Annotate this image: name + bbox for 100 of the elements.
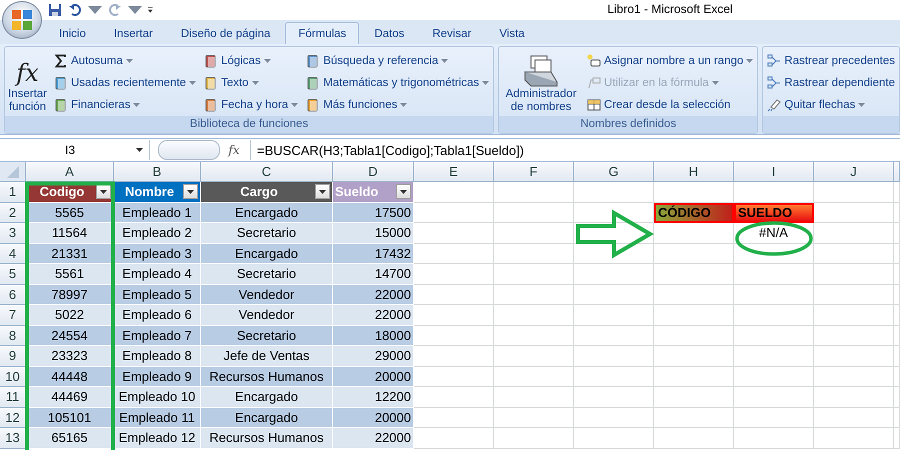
column-header[interactable]: A bbox=[26, 162, 114, 182]
ribbon-menu-button[interactable]: Autosuma bbox=[52, 50, 198, 71]
empty-cell[interactable] bbox=[734, 284, 814, 305]
ribbon-menu-button[interactable]: Matemáticas y trigonométricas bbox=[304, 72, 492, 93]
ribbon-tab[interactable]: Datos bbox=[361, 22, 418, 44]
empty-cell[interactable] bbox=[894, 202, 900, 223]
ribbon-menu-button[interactable]: Financieras bbox=[52, 94, 198, 115]
empty-cell[interactable] bbox=[654, 346, 734, 366]
select-all-corner[interactable] bbox=[0, 162, 26, 182]
ribbon-menu-button[interactable]: Crear desde la selección bbox=[585, 94, 756, 115]
row-header[interactable]: 6 bbox=[0, 284, 26, 305]
ribbon-menu-button[interactable]: Fecha y hora bbox=[202, 94, 300, 115]
row-header[interactable]: 4 bbox=[0, 244, 26, 264]
empty-cell[interactable] bbox=[494, 326, 574, 346]
large-ribbon-button[interactable]: Administrador de nombres bbox=[501, 50, 582, 116]
column-header[interactable]: H bbox=[654, 162, 734, 182]
ribbon-tab[interactable]: Inicio bbox=[46, 22, 99, 44]
empty-cell[interactable] bbox=[814, 244, 894, 264]
empty-cell[interactable] bbox=[654, 326, 734, 346]
ribbon-menu-button[interactable]: Asignar nombre a un rango bbox=[585, 50, 756, 71]
empty-cell[interactable] bbox=[654, 284, 734, 305]
row-header[interactable]: 10 bbox=[0, 366, 26, 387]
row-header[interactable]: 13 bbox=[0, 428, 26, 448]
ribbon-tab[interactable]: Vista bbox=[486, 22, 538, 44]
empty-cell[interactable] bbox=[894, 408, 900, 428]
ribbon-menu-button[interactable]: Rastrear dependiente bbox=[765, 72, 897, 93]
empty-cell[interactable] bbox=[894, 428, 900, 448]
empty-cell[interactable] bbox=[894, 305, 900, 326]
empty-cell[interactable] bbox=[574, 326, 654, 346]
row-header[interactable]: 8 bbox=[0, 326, 26, 346]
empty-cell[interactable] bbox=[494, 244, 574, 264]
row-header[interactable]: 11 bbox=[0, 387, 26, 408]
empty-cell[interactable] bbox=[814, 284, 894, 305]
empty-cell[interactable] bbox=[494, 182, 574, 202]
ribbon-menu-button[interactable]: Más funciones bbox=[304, 94, 492, 115]
undo-icon[interactable] bbox=[68, 3, 82, 17]
large-ribbon-button[interactable]: fx Insertar función bbox=[7, 50, 48, 116]
column-header[interactable]: E bbox=[414, 162, 494, 182]
empty-cell[interactable] bbox=[574, 366, 654, 387]
empty-cell[interactable] bbox=[894, 387, 900, 408]
empty-cell[interactable] bbox=[894, 366, 900, 387]
office-button[interactable] bbox=[2, 1, 42, 39]
empty-cell[interactable] bbox=[574, 223, 654, 244]
ribbon-tab[interactable]: Diseño de página bbox=[168, 22, 284, 44]
empty-cell[interactable] bbox=[734, 408, 814, 428]
filter-button[interactable] bbox=[183, 184, 198, 200]
column-header[interactable]: J bbox=[814, 162, 894, 182]
empty-cell[interactable] bbox=[734, 387, 814, 408]
ribbon-menu-button[interactable]: Lógicas bbox=[202, 50, 300, 71]
ribbon-menu-button[interactable]: Rastrear precedentes bbox=[765, 50, 897, 71]
row-header[interactable]: 5 bbox=[0, 264, 26, 284]
empty-cell[interactable] bbox=[494, 387, 574, 408]
empty-cell[interactable] bbox=[894, 346, 900, 366]
ribbon-tab[interactable]: Insertar bbox=[100, 22, 166, 44]
empty-cell[interactable] bbox=[734, 346, 814, 366]
column-header[interactable]: C bbox=[201, 162, 333, 182]
empty-cell[interactable] bbox=[654, 428, 734, 448]
row-header[interactable]: 3 bbox=[0, 223, 26, 244]
empty-cell[interactable] bbox=[494, 346, 574, 366]
empty-cell[interactable] bbox=[654, 305, 734, 326]
empty-cell[interactable] bbox=[814, 264, 894, 284]
empty-cell[interactable] bbox=[814, 305, 894, 326]
ribbon-menu-button[interactable]: Texto bbox=[202, 72, 300, 93]
column-header[interactable]: G bbox=[574, 162, 654, 182]
ribbon-tab[interactable]: Fórmulas bbox=[285, 22, 360, 44]
empty-cell[interactable] bbox=[654, 264, 734, 284]
empty-cell[interactable] bbox=[654, 244, 734, 264]
filter-button[interactable] bbox=[396, 184, 411, 200]
empty-cell[interactable] bbox=[734, 326, 814, 346]
ribbon-menu-button[interactable]: Quitar flechas bbox=[765, 94, 897, 115]
empty-cell[interactable] bbox=[814, 408, 894, 428]
empty-cell[interactable] bbox=[574, 284, 654, 305]
empty-cell[interactable] bbox=[814, 346, 894, 366]
empty-cell[interactable] bbox=[814, 387, 894, 408]
empty-cell[interactable] bbox=[494, 202, 574, 223]
empty-cell[interactable] bbox=[494, 264, 574, 284]
resize-handle[interactable] bbox=[158, 140, 220, 160]
empty-cell[interactable] bbox=[814, 223, 894, 244]
row-header[interactable]: 1 bbox=[0, 182, 26, 202]
empty-cell[interactable] bbox=[574, 346, 654, 366]
column-header[interactable]: F bbox=[494, 162, 574, 182]
empty-cell[interactable] bbox=[734, 305, 814, 326]
empty-cell[interactable] bbox=[814, 182, 894, 202]
empty-cell[interactable] bbox=[654, 408, 734, 428]
empty-cell[interactable] bbox=[574, 182, 654, 202]
empty-cell[interactable] bbox=[494, 428, 574, 448]
empty-cell[interactable] bbox=[734, 366, 814, 387]
empty-cell[interactable] bbox=[574, 387, 654, 408]
empty-cell[interactable] bbox=[894, 264, 900, 284]
empty-cell[interactable] bbox=[894, 223, 900, 244]
empty-cell[interactable] bbox=[654, 366, 734, 387]
empty-cell[interactable] bbox=[494, 223, 574, 244]
column-header[interactable] bbox=[894, 162, 900, 182]
empty-cell[interactable] bbox=[894, 244, 900, 264]
ribbon-menu-button[interactable]: Búsqueda y referencia bbox=[304, 50, 492, 71]
row-header[interactable]: 12 bbox=[0, 408, 26, 428]
empty-cell[interactable] bbox=[574, 305, 654, 326]
empty-cell[interactable] bbox=[894, 326, 900, 346]
empty-cell[interactable] bbox=[574, 428, 654, 448]
empty-cell[interactable] bbox=[494, 284, 574, 305]
